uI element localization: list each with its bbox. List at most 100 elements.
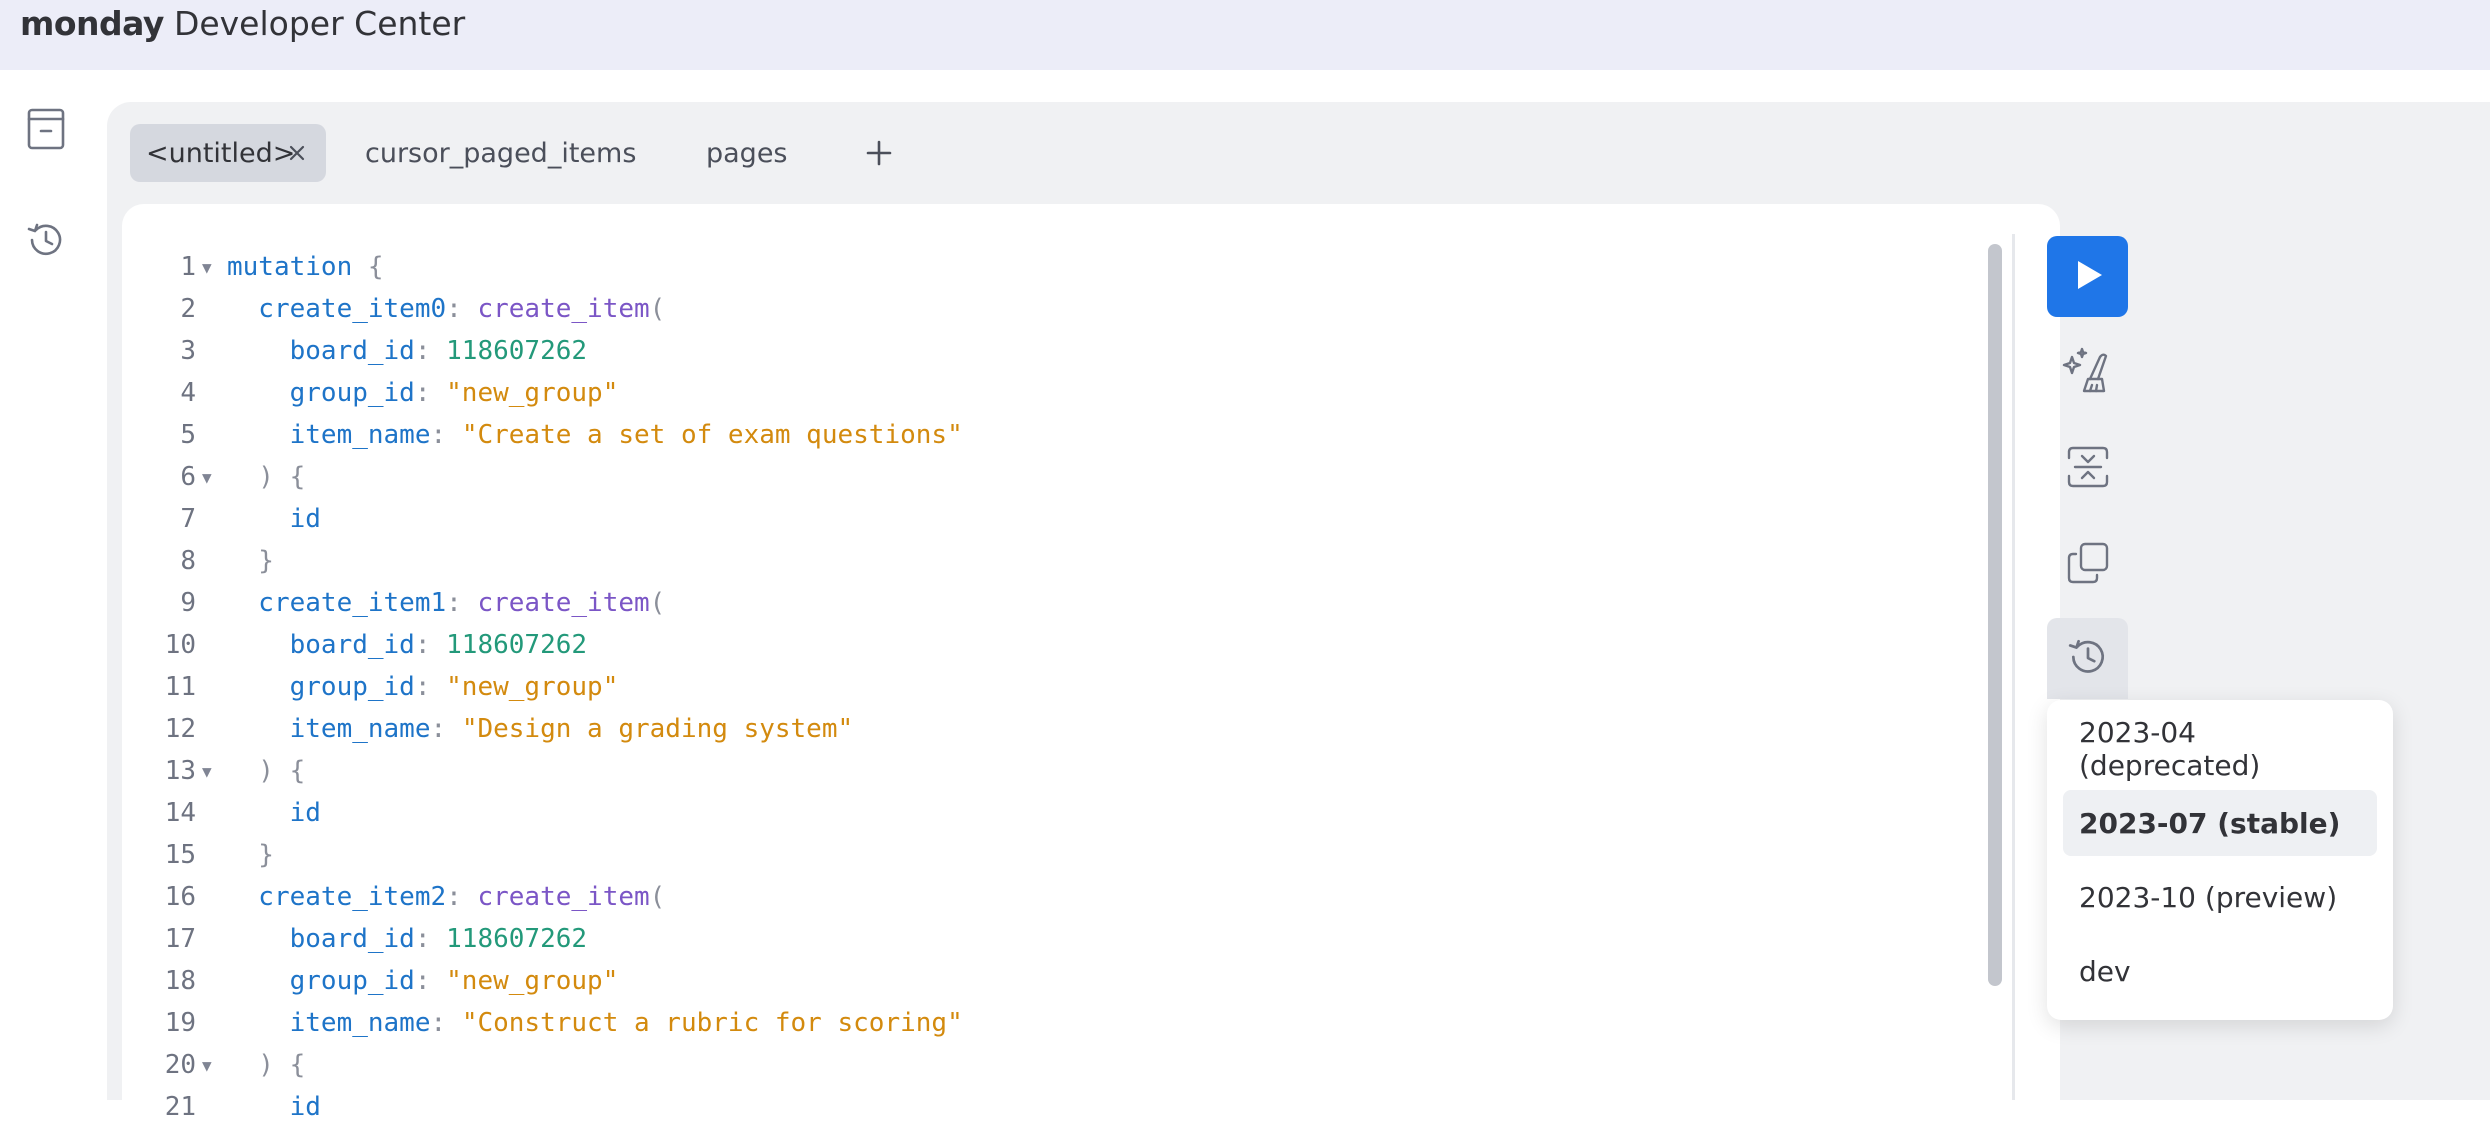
code-line[interactable]: 10 board_id: 118607262 <box>122 624 1982 666</box>
code-token: create_item <box>477 294 650 324</box>
code-token: : <box>446 588 478 618</box>
line-number: 9 <box>180 588 196 618</box>
code-token: board_id <box>227 924 415 954</box>
code-text: group_id: "new_group" <box>227 966 619 996</box>
copy-button[interactable] <box>2047 524 2128 605</box>
code-line[interactable]: 13 ▼ ) { <box>122 750 1982 792</box>
line-number: 6 <box>180 462 196 492</box>
code-text: mutation { <box>227 252 384 282</box>
code-token: id <box>227 1092 321 1122</box>
code-token: create_item0 <box>227 294 447 324</box>
version-option-2023-10[interactable]: 2023-10 (preview) <box>2063 864 2377 930</box>
code-token: item_name <box>227 1008 431 1038</box>
code-token: item_name <box>227 714 431 744</box>
code-line[interactable]: 14 id <box>122 792 1982 834</box>
prettify-icon <box>2062 345 2114 401</box>
fold-arrow-icon[interactable]: ▼ <box>202 1056 220 1075</box>
code-token: 118607262 <box>446 336 588 366</box>
code-line[interactable]: 2 create_item0: create_item( <box>122 288 1982 330</box>
code-token: ) { <box>227 462 306 492</box>
prettify-button[interactable] <box>2047 332 2128 413</box>
code-line[interactable]: 1 ▼ mutation { <box>122 246 1982 288</box>
close-icon[interactable] <box>282 138 312 168</box>
api-version-button[interactable] <box>2047 618 2128 699</box>
code-token: ( <box>649 588 666 618</box>
version-option-2023-07[interactable]: 2023-07 (stable) <box>2063 790 2377 856</box>
code-token: : <box>414 336 447 366</box>
line-number: 2 <box>180 294 196 324</box>
code-token: { <box>352 252 384 282</box>
run-query-button[interactable] <box>2047 236 2128 317</box>
editor-scrollbar[interactable] <box>1988 244 2002 986</box>
code-text: id <box>227 1092 321 1122</box>
line-number: 5 <box>180 420 196 450</box>
option-label: 2023-10 (preview) <box>2079 880 2338 914</box>
brand-logo[interactable]: monday Developer Center <box>20 0 465 46</box>
code-token: "Construct a rubric for scoring" <box>461 1008 963 1038</box>
line-number: 19 <box>164 1008 196 1038</box>
code-area[interactable]: 1 ▼ mutation {2 create_item0: create_item(… <box>122 246 1982 1128</box>
top-header: monday Developer Center <box>0 0 2490 70</box>
line-number: 15 <box>164 840 196 870</box>
code-text: ) { <box>227 462 305 492</box>
version-option-2023-04[interactable]: 2023-04 (deprecated) <box>2063 716 2377 782</box>
code-token: mutation <box>227 252 353 282</box>
tab-label: cursor_paged_items <box>365 137 637 169</box>
fold-arrow-icon[interactable]: ▼ <box>202 258 220 277</box>
tab-label: pages <box>706 137 788 169</box>
code-line[interactable]: 11 group_id: "new_group" <box>122 666 1982 708</box>
code-token: 118607262 <box>446 924 588 954</box>
code-token: : <box>446 294 478 324</box>
code-token: : <box>414 966 447 996</box>
code-token: group_id <box>227 672 415 702</box>
option-label: 2023-07 (stable) <box>2079 806 2341 840</box>
code-token: ( <box>649 882 666 912</box>
code-token: id <box>227 504 321 534</box>
code-line[interactable]: 21 id <box>122 1086 1982 1128</box>
code-token: ( <box>649 294 666 324</box>
brand-subtitle: Developer Center <box>173 3 466 43</box>
code-text: board_id: 118607262 <box>227 336 587 366</box>
code-line[interactable]: 8 } <box>122 540 1982 582</box>
fold-arrow-icon[interactable]: ▼ <box>202 762 220 781</box>
code-line[interactable]: 18 group_id: "new_group" <box>122 960 1982 1002</box>
code-text: } <box>227 840 274 870</box>
tab-untitled[interactable]: <untitled> <box>130 124 326 182</box>
code-line[interactable]: 6 ▼ ) { <box>122 456 1982 498</box>
code-token: id <box>227 798 321 828</box>
code-line[interactable]: 9 create_item1: create_item( <box>122 582 1982 624</box>
fold-arrow-icon[interactable]: ▼ <box>202 468 220 487</box>
code-text: board_id: 118607262 <box>227 924 587 954</box>
line-number: 11 <box>164 672 196 702</box>
code-token: board_id <box>227 630 415 660</box>
history-icon <box>2066 635 2110 683</box>
plus-icon[interactable] <box>862 136 896 170</box>
code-token: : <box>414 924 447 954</box>
merge-fragments-button[interactable] <box>2047 428 2128 509</box>
code-line[interactable]: 15 } <box>122 834 1982 876</box>
history-icon[interactable] <box>22 216 70 264</box>
option-label: dev <box>2079 954 2131 988</box>
code-line[interactable]: 19 item_name: "Construct a rubric for sc… <box>122 1002 1982 1044</box>
line-number: 20 <box>164 1050 196 1080</box>
code-line[interactable]: 16 create_item2: create_item( <box>122 876 1982 918</box>
code-line[interactable]: 4 group_id: "new_group" <box>122 372 1982 414</box>
code-line[interactable]: 17 board_id: 118607262 <box>122 918 1982 960</box>
play-icon <box>2070 257 2106 297</box>
code-line[interactable]: 20 ▼ ) { <box>122 1044 1982 1086</box>
code-token: : <box>430 1008 462 1038</box>
code-text: group_id: "new_group" <box>227 672 619 702</box>
tab-cursor-paged-items[interactable]: cursor_paged_items <box>365 124 636 182</box>
query-editor[interactable]: 1 ▼ mutation {2 create_item0: create_item(… <box>122 204 2060 1122</box>
api-version-dropdown: 2023-04 (deprecated) 2023-07 (stable) 20… <box>2047 700 2393 1020</box>
archive-icon[interactable] <box>22 105 70 153</box>
version-option-dev[interactable]: dev <box>2063 938 2377 1004</box>
code-line[interactable]: 12 item_name: "Design a grading system" <box>122 708 1982 750</box>
tab-label: <untitled> <box>146 137 296 169</box>
code-line[interactable]: 5 item_name: "Create a set of exam quest… <box>122 414 1982 456</box>
code-token: : <box>414 630 447 660</box>
code-line[interactable]: 3 board_id: 118607262 <box>122 330 1982 372</box>
code-token: create_item <box>477 882 650 912</box>
tab-pages[interactable]: pages <box>706 124 788 182</box>
code-line[interactable]: 7 id <box>122 498 1982 540</box>
